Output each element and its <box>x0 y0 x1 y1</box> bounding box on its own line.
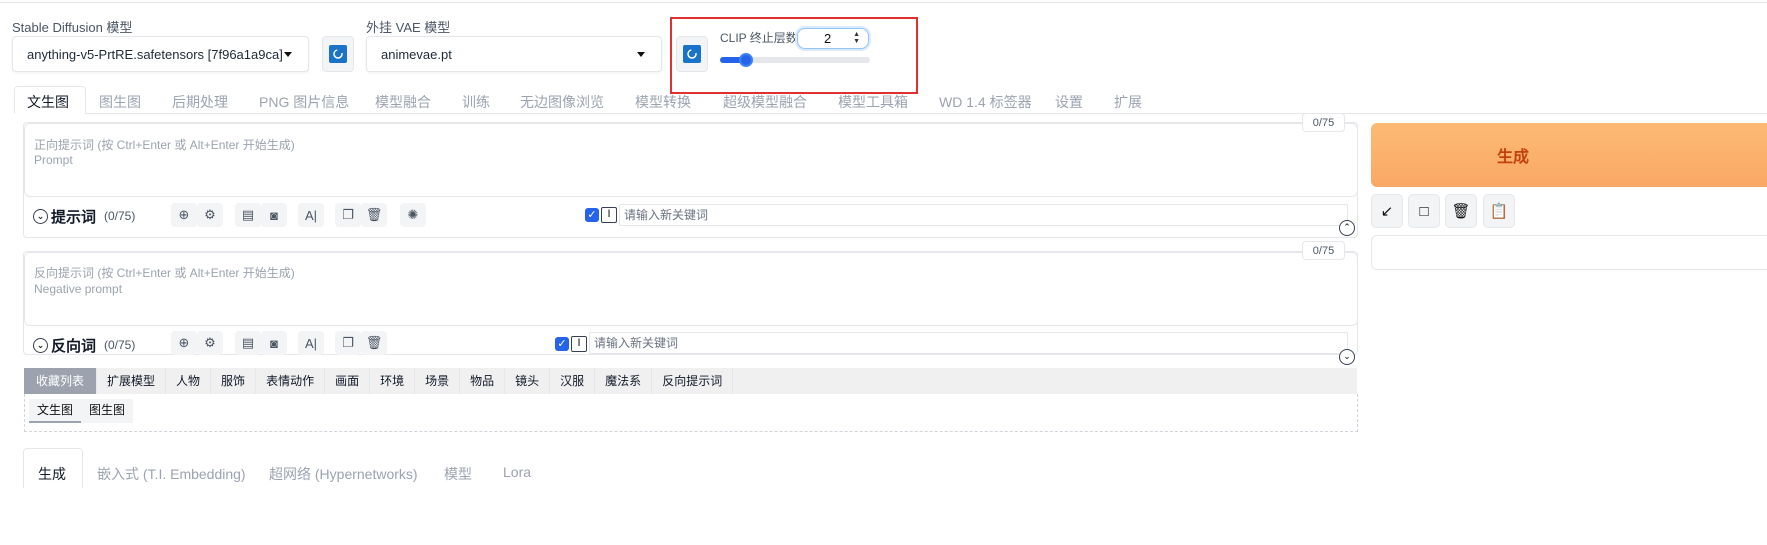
category-tabbar: 收藏列表 扩展模型 人物 服饰 表情动作 画面 环境 场景 物品 镜头 汉服 魔… <box>24 368 1357 394</box>
category-tab[interactable]: 服饰 <box>211 368 257 394</box>
tab-img2img[interactable]: 图生图 <box>99 92 141 112</box>
tab-train[interactable]: 训练 <box>462 92 490 112</box>
prompt-section-title[interactable]: ⌄ 提示词 <box>33 206 96 227</box>
category-tab[interactable]: 人物 <box>166 368 212 394</box>
favorites-area <box>24 394 1358 432</box>
prompt-placeholder: 正向提示词 (按 Ctrl+Enter 或 Alt+Enter 开始生成) <box>34 138 295 152</box>
bottom-tab-embedding[interactable]: 嵌入式 (T.I. Embedding) <box>97 464 246 484</box>
category-tab[interactable]: 画面 <box>325 368 371 394</box>
prompt-section-count: (0/75) <box>104 209 136 223</box>
arrow-down-left-icon[interactable]: ↙ <box>1371 194 1403 228</box>
chevron-down-icon <box>637 52 645 57</box>
refresh-icon <box>329 45 347 63</box>
chevron-down-icon[interactable]: ⌄ <box>1339 349 1355 365</box>
generate-label: 生成 <box>1496 149 1529 166</box>
globe-icon[interactable]: ⊕ <box>171 203 197 227</box>
negative-placeholder: 反向提示词 (按 Ctrl+Enter 或 Alt+Enter 开始生成) <box>34 266 295 280</box>
tab-extras[interactable]: 后期处理 <box>172 92 228 112</box>
bookmark-icon[interactable]: ◙ <box>261 331 287 355</box>
trash-icon[interactable]: 🗑 <box>361 203 387 227</box>
sd-model-refresh-button[interactable] <box>322 36 354 72</box>
prompt-keyword-checkbox[interactable]: ✓ <box>585 208 599 222</box>
negative-section-label: 反向词 <box>51 338 97 355</box>
translate-icon[interactable]: A| <box>298 203 324 227</box>
vae-model-value: animevae.pt <box>381 47 452 62</box>
history-icon[interactable]: ▤ <box>235 203 261 227</box>
tab-model-convert[interactable]: 模型转换 <box>635 92 691 112</box>
bookmark-icon[interactable]: ◙ <box>261 203 287 227</box>
globe-icon[interactable]: ⊕ <box>171 331 197 355</box>
negative-section-title[interactable]: ⌄ 反向词 <box>33 335 96 356</box>
translate-icon[interactable]: A| <box>298 331 324 355</box>
category-tab[interactable]: 环境 <box>370 368 416 394</box>
bottom-tab-generate[interactable]: 生成 <box>38 464 66 484</box>
text-cursor-icon: I <box>571 336 587 352</box>
negative-placeholder-en: Negative prompt <box>34 282 123 296</box>
prompt-section-label: 提示词 <box>51 209 97 226</box>
square-icon[interactable]: □ <box>1408 194 1440 228</box>
category-tab[interactable]: 表情动作 <box>256 368 326 394</box>
vae-model-label: 外挂 VAE 模型 <box>366 20 451 35</box>
gear-icon[interactable]: ⚙ <box>197 331 223 355</box>
prompt-textarea[interactable]: 正向提示词 (按 Ctrl+Enter 或 Alt+Enter 开始生成) Pr… <box>24 123 1358 197</box>
sd-model-value: anything-v5-PrtRE.safetensors [7f96a1a9c… <box>27 47 283 62</box>
tab-model-toolkit[interactable]: 模型工具箱 <box>838 92 908 112</box>
stepper-arrows-icon[interactable]: ▲ ▼ <box>853 31 860 45</box>
prompt-placeholder-en: Prompt <box>34 153 73 167</box>
negative-textarea[interactable]: 反向提示词 (按 Ctrl+Enter 或 Alt+Enter 开始生成) Ne… <box>24 252 1358 326</box>
category-tab[interactable]: 扩展模型 <box>97 368 167 394</box>
clipboard-icon[interactable]: 📋 <box>1483 194 1515 228</box>
chevron-up-icon[interactable]: ⌃ <box>1339 220 1355 236</box>
sd-model-label: Stable Diffusion 模型 <box>12 20 133 35</box>
negative-keyword-input[interactable]: 请输入新关键词 <box>589 332 1348 354</box>
generate-button[interactable]: 生成 <box>1371 123 1767 187</box>
bottom-tab-model[interactable]: 模型 <box>444 464 472 484</box>
category-tab[interactable]: 反向提示词 <box>652 368 734 394</box>
negative-keyword-checkbox[interactable]: ✓ <box>555 337 569 351</box>
tab-super-merger[interactable]: 超级模型融合 <box>723 92 807 112</box>
copy-icon[interactable]: ❐ <box>335 203 361 227</box>
prompt-token-counter: 0/75 <box>1302 113 1345 132</box>
sub-tab-img2img[interactable]: 图生图 <box>81 399 133 423</box>
gear-icon[interactable]: ⚙ <box>197 203 223 227</box>
prompt-keyword-input[interactable]: 请输入新关键词 <box>619 204 1348 226</box>
chevron-down-circle-icon: ⌄ <box>33 209 48 224</box>
tab-wd-tagger[interactable]: WD 1.4 标签器 <box>939 92 1032 112</box>
sub-tab-txt2img[interactable]: 文生图 <box>29 399 82 423</box>
clip-label: CLIP 终止层数 <box>720 31 798 45</box>
chevron-down-circle-icon: ⌄ <box>33 338 48 353</box>
tab-divider <box>14 113 1767 114</box>
category-tab[interactable]: 镜头 <box>505 368 551 394</box>
trash-icon[interactable]: 🗑 <box>361 331 387 355</box>
clip-number-input[interactable]: 2 ▲ ▼ <box>797 28 869 49</box>
openai-icon[interactable]: ✺ <box>400 203 426 227</box>
clip-slider-thumb[interactable] <box>739 53 753 67</box>
category-tab[interactable]: 物品 <box>460 368 506 394</box>
category-tab[interactable]: 场景 <box>415 368 461 394</box>
copy-icon[interactable]: ❐ <box>335 331 361 355</box>
tab-extensions[interactable]: 扩展 <box>1114 92 1142 112</box>
trash-icon[interactable]: 🗑 <box>1445 194 1477 228</box>
tab-txt2img[interactable]: 文生图 <box>27 92 69 112</box>
bottom-tab-hypernetworks[interactable]: 超网络 (Hypernetworks) <box>269 464 418 484</box>
category-tab-favorites[interactable]: 收藏列表 <box>24 368 98 394</box>
text-cursor-icon: I <box>601 207 617 223</box>
chevron-down-icon <box>284 52 292 57</box>
category-tab[interactable]: 魔法系 <box>595 368 653 394</box>
styles-dropdown[interactable] <box>1371 235 1767 270</box>
bottom-tab-lora[interactable]: Lora <box>503 464 531 480</box>
negative-section-count: (0/75) <box>104 338 136 352</box>
sd-model-dropdown[interactable]: anything-v5-PrtRE.safetensors [7f96a1a9c… <box>12 36 309 72</box>
clip-value: 2 <box>824 31 832 46</box>
sub-tabbar: 文生图 图生图 <box>29 399 134 423</box>
vae-model-dropdown[interactable]: animevae.pt <box>366 36 662 72</box>
negative-token-counter: 0/75 <box>1302 241 1345 260</box>
tab-settings[interactable]: 设置 <box>1055 92 1083 112</box>
top-divider <box>0 0 1767 3</box>
category-tab[interactable]: 汉服 <box>550 368 596 394</box>
tab-infinite-browser[interactable]: 无边图像浏览 <box>520 92 604 112</box>
history-icon[interactable]: ▤ <box>235 331 261 355</box>
tab-checkpoint-merger[interactable]: 模型融合 <box>375 92 431 112</box>
tab-png-info[interactable]: PNG 图片信息 <box>259 92 349 112</box>
